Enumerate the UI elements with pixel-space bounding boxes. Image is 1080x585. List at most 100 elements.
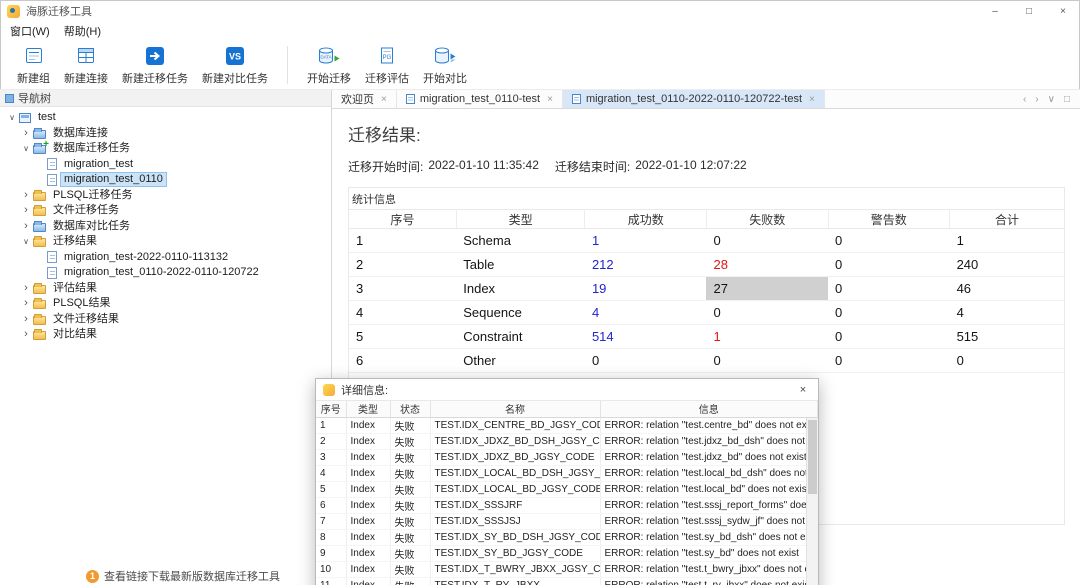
details-row[interactable]: 1 Index 失败 TEST.IDX_CENTRE_BD_JGSY_CODE …: [316, 417, 818, 434]
dialog-scrollbar[interactable]: [806, 418, 818, 585]
tab-nav-back-icon[interactable]: ‹: [1023, 94, 1026, 105]
statistics-row[interactable]: 4 Sequence 4 0 0 4: [349, 300, 1064, 325]
tree-expander-icon[interactable]: [20, 143, 32, 154]
dialog-close-icon[interactable]: ×: [795, 384, 811, 396]
details-row[interactable]: 4 Index 失败 TEST.IDX_LOCAL_BD_DSH_JGSY_CO…: [316, 465, 818, 482]
stat-cell-no[interactable]: 3: [349, 276, 457, 301]
stat-cell-success[interactable]: 212: [584, 252, 707, 277]
tree-item[interactable]: 文件迁移结果: [0, 312, 331, 328]
stat-cell-success[interactable]: 514: [584, 324, 707, 349]
tree-item[interactable]: 数据库迁移任务: [0, 139, 331, 157]
tree-item[interactable]: 对比结果: [0, 327, 331, 343]
stat-cell-type[interactable]: Table: [456, 252, 585, 277]
details-row[interactable]: 11 Index 失败 TEST.IDX_T_RY_JBXX ERROR: re…: [316, 577, 818, 585]
tree-expander-icon[interactable]: [20, 314, 32, 325]
statistics-row[interactable]: 2 Table 212 28 0 240: [349, 252, 1064, 277]
stat-cell-success[interactable]: 0: [584, 348, 707, 373]
tab-migration-result[interactable]: migration_test_0110-2022-0110-120722-tes…: [562, 90, 825, 108]
statistics-column-header[interactable]: 成功数: [584, 209, 707, 229]
minimize-icon[interactable]: –: [978, 0, 1012, 22]
start-compare-button[interactable]: 开始对比: [416, 43, 474, 88]
statistics-column-header[interactable]: 警告数: [828, 209, 951, 229]
stat-cell-no[interactable]: 6: [349, 348, 457, 373]
tab-list-dropdown-icon[interactable]: ∨: [1048, 94, 1055, 105]
details-row[interactable]: 7 Index 失败 TEST.IDX_SSSJSJ ERROR: relati…: [316, 513, 818, 530]
tab-welcome[interactable]: 欢迎页 ×: [332, 90, 397, 108]
stat-cell-fail[interactable]: 27: [706, 276, 829, 301]
stat-cell-fail[interactable]: 28: [706, 252, 829, 277]
stat-cell-warn[interactable]: 0: [828, 228, 950, 253]
details-row[interactable]: 9 Index 失败 TEST.IDX_SY_BD_JGSY_CODE ERRO…: [316, 545, 818, 562]
tab-close-icon[interactable]: ×: [809, 94, 815, 105]
statistics-column-header[interactable]: 序号: [349, 209, 457, 229]
details-row[interactable]: 5 Index 失败 TEST.IDX_LOCAL_BD_JGSY_CODE E…: [316, 481, 818, 498]
stat-cell-success[interactable]: 1: [584, 228, 707, 253]
close-icon[interactable]: ×: [1046, 0, 1080, 22]
stat-cell-total[interactable]: 46: [949, 276, 1064, 301]
details-column-header[interactable]: 状态: [390, 401, 431, 418]
dialog-scrollbar-thumb[interactable]: [808, 420, 817, 494]
stat-cell-no[interactable]: 2: [349, 252, 457, 277]
tree-item[interactable]: test: [0, 110, 331, 126]
tree-expander-icon[interactable]: [20, 128, 32, 139]
stat-cell-warn[interactable]: 0: [828, 300, 950, 325]
stat-cell-fail[interactable]: 0: [706, 228, 829, 253]
tab-migration-test[interactable]: migration_test_0110-test ×: [397, 90, 563, 108]
tree-item[interactable]: migration_test_0110-2022-0110-120722: [0, 265, 331, 281]
statistics-column-header[interactable]: 合计: [949, 209, 1064, 229]
stat-cell-success[interactable]: 4: [584, 300, 707, 325]
stat-cell-warn[interactable]: 0: [828, 252, 950, 277]
tree-expander-icon[interactable]: [20, 221, 32, 232]
stat-cell-total[interactable]: 515: [949, 324, 1064, 349]
statistics-row[interactable]: 1 Schema 1 0 0 1: [349, 228, 1064, 253]
details-row[interactable]: 2 Index 失败 TEST.IDX_JDXZ_BD_DSH_JGSY_COD…: [316, 433, 818, 450]
menu-window[interactable]: 窗口(W): [3, 23, 57, 39]
tab-close-icon[interactable]: ×: [381, 94, 387, 105]
tree-item[interactable]: migration_test: [0, 157, 331, 173]
tree-item[interactable]: 数据库连接: [0, 126, 331, 142]
tree-expander-icon[interactable]: [6, 112, 18, 123]
stat-cell-total[interactable]: 1: [949, 228, 1064, 253]
start-migration-button[interactable]: DATA 开始迁移: [300, 43, 358, 88]
tree-item[interactable]: 数据库对比任务: [0, 219, 331, 235]
tree-expander-icon[interactable]: [20, 205, 32, 216]
statistics-row[interactable]: 5 Constraint 514 1 0 515: [349, 324, 1064, 349]
maximize-icon[interactable]: □: [1012, 0, 1046, 22]
stat-cell-total[interactable]: 240: [949, 252, 1064, 277]
stat-cell-type[interactable]: Constraint: [456, 324, 585, 349]
tab-maximize-icon[interactable]: □: [1064, 94, 1070, 105]
stat-cell-no[interactable]: 4: [349, 300, 457, 325]
tree-item[interactable]: PLSQL迁移任务: [0, 188, 331, 204]
stat-cell-warn[interactable]: 0: [828, 348, 950, 373]
tree-expander-icon[interactable]: [20, 190, 32, 201]
stat-cell-fail[interactable]: 1: [706, 324, 829, 349]
migration-evaluate-button[interactable]: PG 迁移评估: [358, 43, 416, 88]
statistics-row[interactable]: 6 Other 0 0 0 0: [349, 348, 1064, 373]
details-column-header[interactable]: 类型: [346, 401, 391, 418]
details-row[interactable]: 10 Index 失败 TEST.IDX_T_BWRY_JBXX_JGSY_CO…: [316, 561, 818, 578]
details-column-header[interactable]: 信息: [600, 401, 818, 418]
stat-cell-warn[interactable]: 0: [828, 276, 950, 301]
stat-cell-warn[interactable]: 0: [828, 324, 950, 349]
tree-expander-icon[interactable]: [20, 283, 32, 294]
stat-cell-no[interactable]: 5: [349, 324, 457, 349]
tree-expander-icon[interactable]: [20, 329, 32, 340]
details-row[interactable]: 6 Index 失败 TEST.IDX_SSSJRF ERROR: relati…: [316, 497, 818, 514]
new-group-button[interactable]: 新建组: [10, 43, 57, 88]
statistics-row[interactable]: 3 Index 19 27 0 46: [349, 276, 1064, 301]
new-connection-button[interactable]: 新建连接: [57, 43, 115, 88]
details-row[interactable]: 3 Index 失败 TEST.IDX_JDXZ_BD_JGSY_CODE ER…: [316, 449, 818, 466]
menu-help[interactable]: 帮助(H): [57, 23, 108, 39]
stat-cell-fail[interactable]: 0: [706, 300, 829, 325]
statistics-column-header[interactable]: 类型: [456, 209, 586, 229]
tab-nav-forward-icon[interactable]: ›: [1035, 94, 1038, 105]
dialog-titlebar[interactable]: 详细信息: ×: [316, 379, 818, 401]
details-column-header[interactable]: 名称: [430, 401, 601, 418]
tree-expander-icon[interactable]: [20, 236, 32, 247]
new-compare-task-button[interactable]: VS 新建对比任务: [195, 43, 275, 88]
stat-cell-type[interactable]: Schema: [456, 228, 585, 253]
stat-cell-fail[interactable]: 0: [706, 348, 829, 373]
stat-cell-type[interactable]: Sequence: [456, 300, 585, 325]
tree-item[interactable]: migration_test-2022-0110-113132: [0, 250, 331, 266]
stat-cell-total[interactable]: 0: [949, 348, 1064, 373]
